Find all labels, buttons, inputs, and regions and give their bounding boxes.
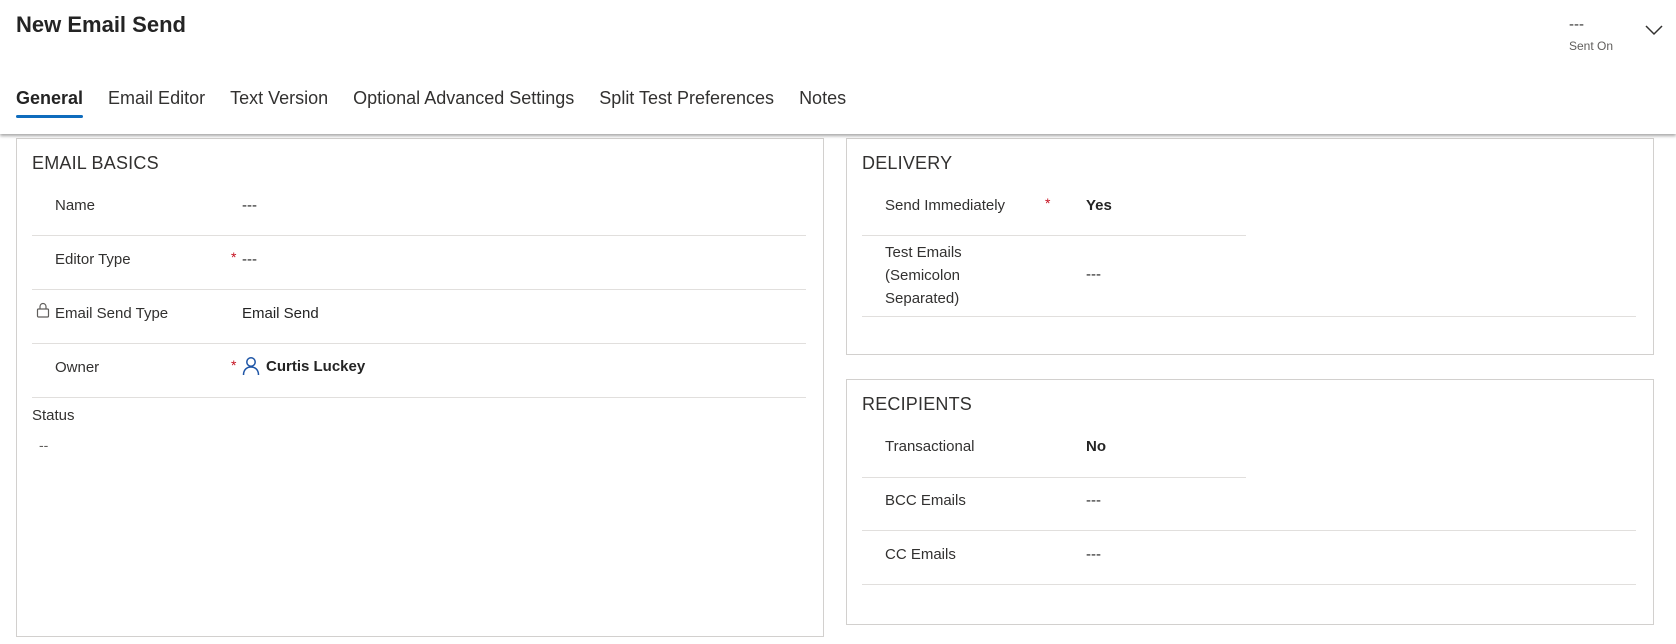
required-marker: * (231, 357, 237, 373)
owner-field: Owner * Curtis Luckey (32, 344, 806, 398)
status-value: -- (39, 437, 49, 453)
required-marker: * (231, 249, 237, 265)
email-send-type-field: Email Send Type Email Send (32, 290, 806, 344)
tab-text-version[interactable]: Text Version (230, 86, 328, 118)
form-header: New Email Send --- Sent On General Email… (0, 0, 1676, 134)
chevron-down-icon[interactable] (1644, 20, 1664, 40)
send-immediately-label: Send Immediately (885, 197, 1006, 214)
editor-type-label: Editor Type (55, 251, 131, 268)
name-value[interactable]: --- (242, 197, 257, 214)
email-send-type-value: Email Send (242, 305, 319, 322)
delivery-title: DELIVERY (862, 153, 953, 173)
recipients-title: RECIPIENTS (862, 394, 973, 414)
required-marker: * (1045, 195, 1051, 211)
sent-on-value: --- (1569, 16, 1584, 33)
owner-label: Owner (55, 359, 100, 376)
lock-icon (36, 302, 50, 318)
bcc-emails-label: BCC Emails (885, 492, 966, 509)
tab-list: General Email Editor Text Version Option… (16, 86, 871, 118)
send-immediately-value[interactable]: Yes (1086, 197, 1112, 214)
editor-type-value[interactable]: --- (242, 251, 257, 268)
owner-link[interactable]: Curtis Luckey (242, 356, 365, 376)
transactional-label: Transactional (885, 438, 975, 455)
delivery-section: DELIVERY Send Immediately * Yes Test Ema… (846, 138, 1654, 355)
page-title: New Email Send (16, 12, 186, 37)
send-immediately-field: Send Immediately * Yes (862, 184, 1246, 236)
status-label: Status (32, 407, 75, 424)
name-field: Name --- (32, 184, 806, 236)
test-emails-field: Test Emails (Semicolon Separated) --- (862, 236, 1636, 317)
recipients-section: RECIPIENTS Transactional No BCC Emails -… (846, 379, 1654, 625)
email-basics-title: EMAIL BASICS (32, 153, 159, 173)
cc-emails-field: CC Emails --- (862, 531, 1636, 585)
editor-type-field: Editor Type * --- (32, 236, 806, 290)
transactional-field: Transactional No (862, 425, 1246, 478)
test-emails-value[interactable]: --- (1086, 266, 1101, 283)
name-label: Name (55, 197, 96, 214)
bcc-emails-value[interactable]: --- (1086, 492, 1101, 509)
cc-emails-value[interactable]: --- (1086, 546, 1101, 563)
person-icon (242, 357, 260, 376)
cc-emails-label: CC Emails (885, 546, 956, 563)
sent-on-field: --- Sent On (1569, 16, 1613, 53)
tab-optional-advanced-settings[interactable]: Optional Advanced Settings (353, 86, 574, 118)
owner-name: Curtis Luckey (266, 357, 366, 375)
transactional-value[interactable]: No (1086, 438, 1106, 455)
test-emails-label: Test Emails (Semicolon Separated) (885, 244, 962, 307)
tab-email-editor[interactable]: Email Editor (108, 86, 205, 118)
sent-on-label: Sent On (1569, 39, 1614, 53)
tab-notes[interactable]: Notes (799, 86, 846, 118)
email-basics-section: EMAIL BASICS Name --- Editor Type * --- … (16, 138, 824, 637)
bcc-emails-field: BCC Emails --- (862, 478, 1636, 531)
email-send-type-label: Email Send Type (55, 305, 169, 322)
tab-general[interactable]: General (16, 86, 84, 118)
tab-split-test-preferences[interactable]: Split Test Preferences (599, 86, 774, 118)
